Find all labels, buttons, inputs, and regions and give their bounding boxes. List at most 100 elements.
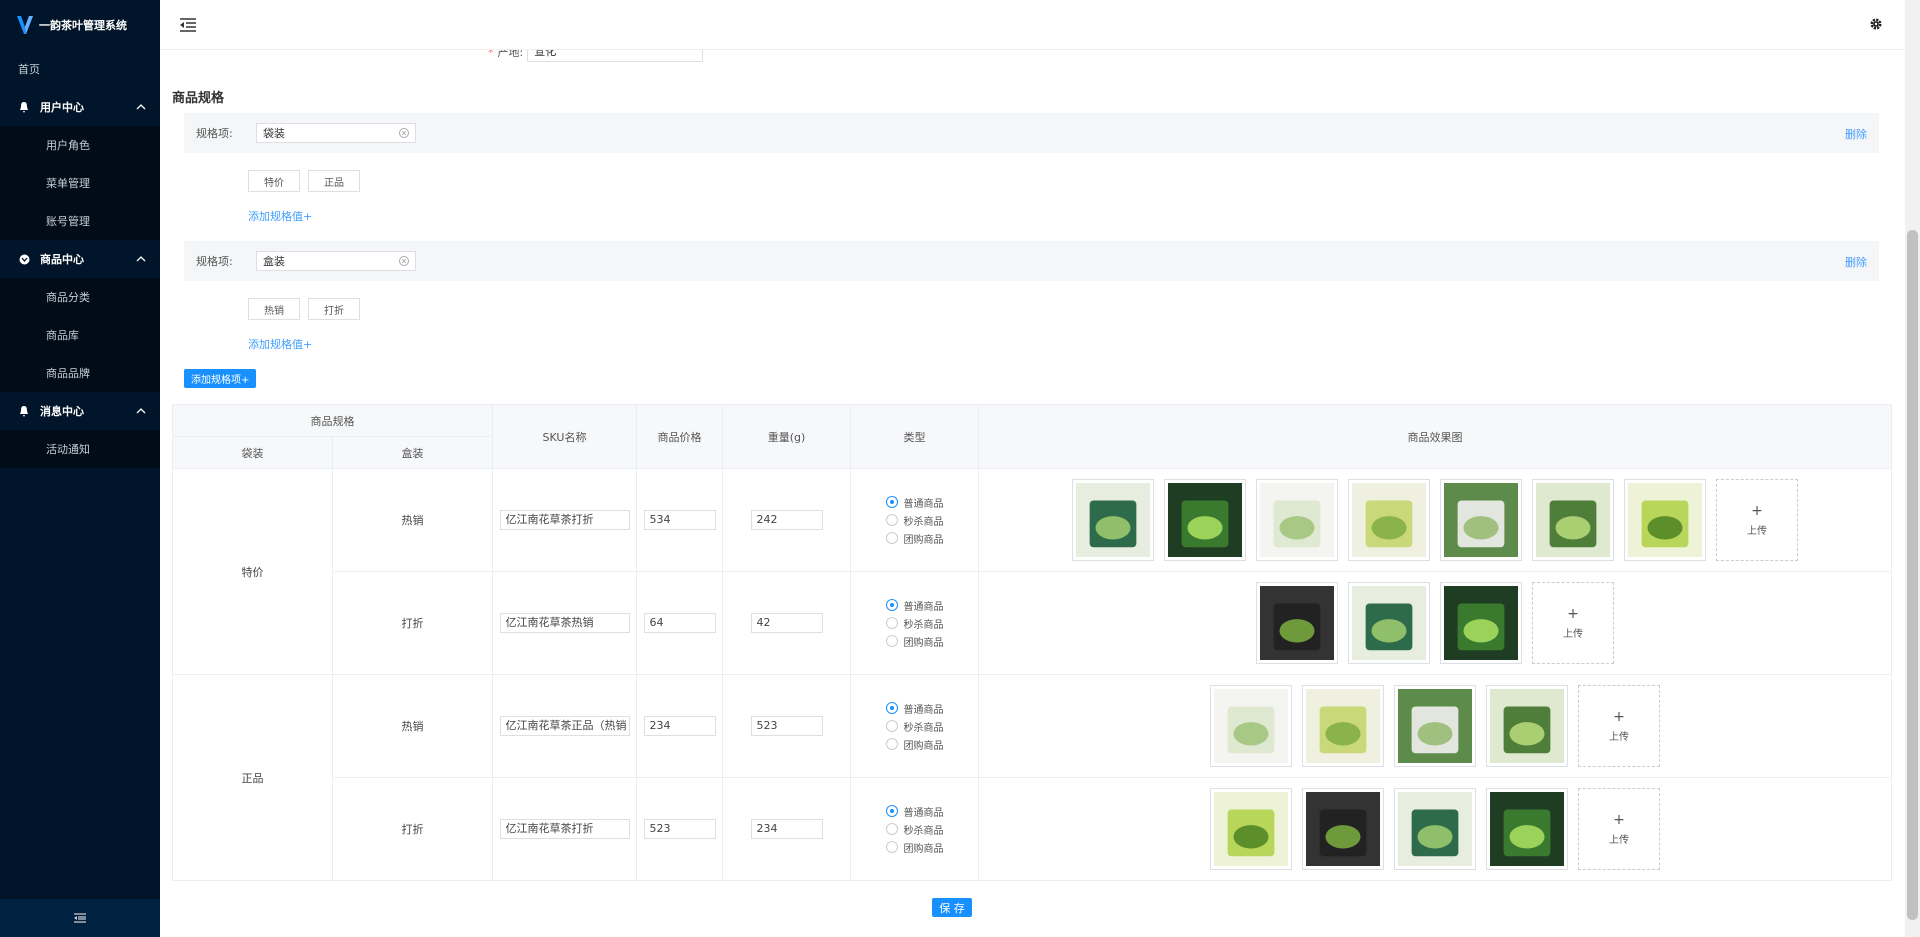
sidebar-group-user-center[interactable]: 用户中心 [0,88,160,126]
radio-dot[interactable] [885,532,898,544]
sidebar-item-home[interactable]: 首页 [0,50,160,88]
table-row: 正品 热销 亿江南花草茶正品（热销 234 523 普通商品 秒杀商品 团购商品 + 上传 [172,674,1892,881]
sidebar-item-user-role[interactable]: 用户角色 [0,126,160,164]
spec-item-input[interactable]: 盒装 [256,251,416,271]
radio-dot[interactable] [885,738,898,750]
product-image[interactable] [1440,582,1522,664]
type-radio[interactable]: 秒杀商品 [885,511,944,529]
spec-item-row: 规格项: 袋装 删除 [184,113,1879,153]
product-image[interactable] [1210,685,1292,767]
spec-value-tag[interactable]: 正品 [308,170,360,192]
radio-dot[interactable] [885,805,898,817]
weight-input[interactable]: 234 [750,819,823,839]
radio-dot[interactable] [885,823,898,835]
save-button[interactable]: 保 存 [932,898,972,917]
spec-value-tag[interactable]: 特价 [248,170,300,192]
radio-dot[interactable] [885,720,898,732]
product-image[interactable] [1302,788,1384,870]
type-radio[interactable]: 秒杀商品 [885,820,944,838]
chevron-up-icon [136,104,146,110]
product-image[interactable] [1440,479,1522,561]
product-image[interactable] [1210,788,1292,870]
product-image[interactable] [1348,479,1430,561]
price-input[interactable]: 534 [643,510,716,530]
radio-dot[interactable] [885,514,898,526]
product-image[interactable] [1394,788,1476,870]
spec-item-input[interactable]: 袋装 [256,123,416,143]
delete-spec-link[interactable]: 删除 [1845,126,1867,142]
delete-spec-link[interactable]: 删除 [1845,254,1867,270]
type-radio[interactable]: 秒杀商品 [885,717,944,735]
product-image[interactable] [1486,788,1568,870]
type-radio[interactable]: 团购商品 [885,838,944,856]
upload-button[interactable]: + 上传 [1532,582,1614,664]
sidebar-group-goods-center[interactable]: 商品中心 [0,240,160,278]
weight-input[interactable]: 523 [750,716,823,736]
type-radio[interactable]: 团购商品 [885,735,944,753]
type-radio[interactable]: 普通商品 [885,699,944,717]
type-radio[interactable]: 团购商品 [885,632,944,650]
sidebar-item-menu-manage[interactable]: 菜单管理 [0,164,160,202]
app-title: 一韵茶叶管理系统 [39,19,127,32]
spec-value-tag[interactable]: 打折 [308,298,360,320]
app-logo[interactable]: 一韵茶叶管理系统 [0,0,160,50]
product-image[interactable] [1256,582,1338,664]
sku-name-input[interactable]: 亿江南花草茶正品（热销 [499,716,630,736]
sidebar-item-account-manage[interactable]: 账号管理 [0,202,160,240]
add-spec-value-link[interactable]: 添加规格值+ [248,208,312,224]
product-image[interactable] [1348,582,1430,664]
product-image[interactable] [1256,479,1338,561]
radio-dot[interactable] [885,617,898,629]
bell-icon [18,405,30,417]
upload-button[interactable]: + 上传 [1578,685,1660,767]
upload-button[interactable]: + 上传 [1716,479,1798,561]
radio-dot[interactable] [885,841,898,853]
weight-input[interactable]: 242 [750,510,823,530]
type-radio[interactable]: 普通商品 [885,802,944,820]
spec-item-label: 规格项: [196,255,233,268]
add-spec-button[interactable]: 添加规格项+ [184,369,257,388]
radio-dot[interactable] [885,599,898,611]
sku-name-input[interactable]: 亿江南花草茶打折 [499,819,630,839]
sku-cell: 亿江南花草茶正品（热销 [492,674,637,778]
type-radio[interactable]: 秒杀商品 [885,614,944,632]
product-image[interactable] [1486,685,1568,767]
type-radio[interactable]: 普通商品 [885,596,944,614]
top-header [160,0,1905,50]
gear-icon[interactable] [1869,17,1883,31]
product-image[interactable] [1164,479,1246,561]
clear-icon[interactable] [399,256,409,266]
sidebar-item-goods-category[interactable]: 商品分类 [0,278,160,316]
type-radio[interactable]: 普通商品 [885,493,944,511]
scrollbar-thumb[interactable] [1907,230,1918,920]
add-spec-value-link[interactable]: 添加规格值+ [248,336,312,352]
type-radio[interactable]: 团购商品 [885,529,944,547]
price-input[interactable]: 234 [643,716,716,736]
product-image[interactable] [1624,479,1706,561]
sku-name-input[interactable]: 亿江南花草茶热销 [499,613,630,633]
scrollbar[interactable] [1905,0,1920,937]
sidebar-item-goods-brand[interactable]: 商品品牌 [0,354,160,392]
upload-button[interactable]: + 上传 [1578,788,1660,870]
sku-name-input[interactable]: 亿江南花草茶打折 [499,510,630,530]
sidebar-item-goods-library[interactable]: 商品库 [0,316,160,354]
menu-fold-icon[interactable] [180,18,196,32]
sidebar-group-message-center[interactable]: 消息中心 [0,392,160,430]
clear-icon[interactable] [399,128,409,138]
weight-input[interactable]: 42 [750,613,823,633]
spec-value-tag[interactable]: 热销 [248,298,300,320]
radio-dot[interactable] [885,702,898,714]
spec2-cell: 打折 [332,777,493,881]
radio-dot[interactable] [885,635,898,647]
product-image[interactable] [1302,685,1384,767]
price-cell: 523 [636,777,723,881]
product-image[interactable] [1072,479,1154,561]
price-input[interactable]: 523 [643,819,716,839]
sidebar-item-activity-notice[interactable]: 活动通知 [0,430,160,468]
radio-dot[interactable] [885,496,898,508]
product-image[interactable] [1394,685,1476,767]
product-image[interactable] [1532,479,1614,561]
price-input[interactable]: 64 [643,613,716,633]
origin-input[interactable]: 宣化 [527,50,704,62]
collapse-sidebar-button[interactable] [0,899,160,937]
